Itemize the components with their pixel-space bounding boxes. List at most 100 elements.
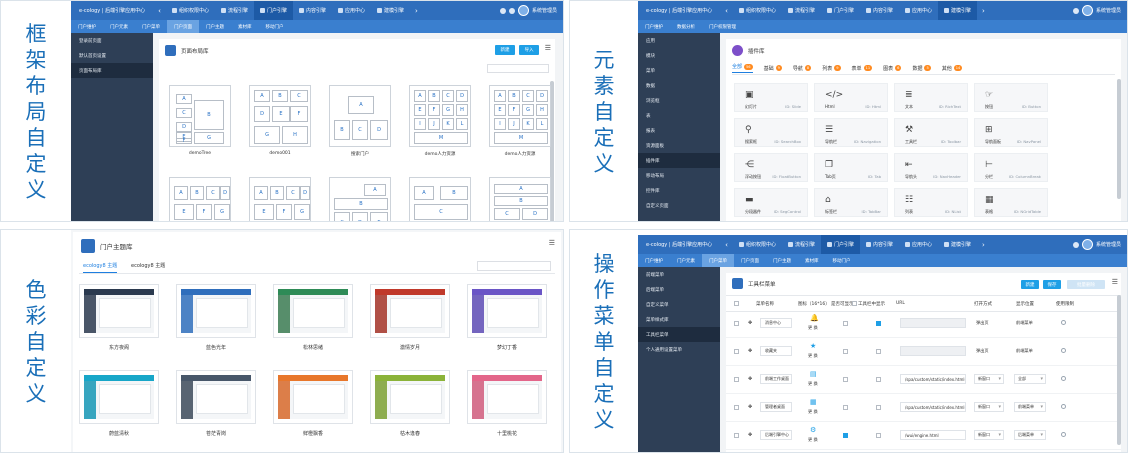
nav-next-icon[interactable]: › — [410, 7, 423, 15]
layout-template[interactable]: A C B D E F G demoTree — [169, 85, 231, 156]
avatar[interactable] — [517, 5, 529, 16]
bell-icon[interactable] — [508, 7, 515, 14]
layout-template[interactable]: A B C D E F G H I J K L Mdemo人力资源 — [409, 85, 471, 157]
search-input[interactable] — [487, 64, 549, 73]
sub-tab[interactable]: 移动门户 — [826, 254, 858, 267]
visible-checkbox[interactable] — [843, 349, 848, 354]
theme-card[interactable]: 苍茫青岗 — [176, 370, 256, 437]
layout-template[interactable]: A B C D 搜索门户 — [329, 85, 391, 157]
nav-tab[interactable]: 建模引擎 — [938, 235, 977, 254]
nav-tab[interactable]: 组织权限中心 — [166, 1, 215, 20]
sidebar-item[interactable]: 个人通用设置菜单 — [638, 342, 720, 357]
sidebar-item[interactable]: 报表 — [638, 123, 720, 138]
restriction-icon[interactable] — [1061, 376, 1066, 381]
layout-template[interactable]: A B C D E F G Hdemo001 — [249, 85, 311, 156]
restriction-icon[interactable] — [1061, 404, 1066, 409]
sidebar-item[interactable]: 菜单样式库 — [638, 312, 720, 327]
position-select[interactable]: 全部 — [1014, 374, 1046, 384]
url-input[interactable]: /spa/custom/static/index.html#/... — [900, 402, 966, 412]
layout-template[interactable]: ABCDEFG — [249, 177, 311, 221]
sidebar-item[interactable]: 页面布局库 — [71, 63, 153, 78]
sub-tab[interactable]: 移动门户 — [259, 20, 291, 33]
url-input[interactable] — [900, 318, 966, 328]
row-checkbox[interactable] — [734, 321, 739, 326]
menu-icon[interactable]: ☰ — [545, 44, 551, 52]
layout-template[interactable]: ABCDEFG — [169, 177, 231, 221]
plugin-card[interactable]: ⚒ 工具栏 ID: Toolbar — [894, 118, 968, 147]
sub-tab[interactable]: 门户权限管理 — [702, 20, 743, 33]
sub-tab[interactable]: 门户维护 — [71, 20, 103, 33]
change-icon-link[interactable]: 更 换 — [808, 437, 818, 443]
plugin-card[interactable]: ⇤ 导航头 ID: NavHeader — [894, 153, 968, 182]
select-all-checkbox[interactable] — [734, 301, 739, 306]
layout-template[interactable]: ABCDE — [489, 177, 551, 221]
nav-tab[interactable]: 流程引擎 — [782, 235, 821, 254]
nav-tab[interactable]: 内容引擎 — [860, 1, 899, 20]
plugin-card[interactable]: ▣ 幻灯片 ID: Slide — [734, 83, 808, 112]
toolbar-checkbox[interactable] — [876, 377, 881, 382]
nav-tab[interactable]: 内容引擎 — [293, 1, 332, 20]
open-mode-select[interactable]: 新窗口 — [974, 430, 1004, 440]
visible-checkbox[interactable] — [843, 321, 848, 326]
plugin-tab[interactable]: 其他 14 — [942, 63, 963, 73]
theme-card[interactable]: 十里桃花 — [467, 370, 547, 437]
sub-tab[interactable]: 门户菜单 — [135, 20, 167, 33]
menu-name-input[interactable]: 收藏夹 — [760, 346, 792, 356]
theme-card[interactable]: 梦幻丁香 — [467, 284, 547, 351]
plugin-card[interactable]: ⚲ 搜索框 ID: SearchBox — [734, 118, 808, 147]
change-icon-link[interactable]: 更 换 — [808, 409, 818, 415]
menu-name-input[interactable]: 后端引擎中心 — [760, 430, 792, 440]
sub-tab[interactable]: 门户菜单 — [702, 254, 734, 267]
sidebar-item[interactable]: 移动布局 — [638, 168, 720, 183]
sidebar-item[interactable]: 工具栏菜单 — [638, 327, 720, 342]
help-icon[interactable] — [1072, 241, 1079, 248]
plugin-tab[interactable]: 基础 9 — [764, 63, 782, 73]
user-menu[interactable]: 系统管理员 — [1072, 239, 1127, 250]
sidebar-item[interactable]: 控件库 — [638, 183, 720, 198]
theme-card[interactable]: 蓝色光年 — [176, 284, 256, 351]
plugin-tab[interactable]: 全部 56 — [732, 63, 753, 73]
layout-template[interactable]: ABCDEFG — [329, 177, 391, 221]
menu-name-input[interactable]: 管理者桌面 — [760, 402, 792, 412]
new-button[interactable]: 新建 — [495, 45, 515, 55]
sidebar-item[interactable]: 默认首页设置 — [71, 48, 153, 63]
plugin-tab[interactable]: 表单 11 — [852, 63, 873, 73]
nav-prev-icon[interactable]: ‹ — [720, 241, 733, 249]
nav-prev-icon[interactable]: ‹ — [720, 7, 733, 15]
sub-tab[interactable]: 门户主题 — [199, 20, 231, 33]
nav-tab[interactable]: 流程引擎 — [782, 1, 821, 20]
nav-next-icon[interactable]: › — [977, 7, 990, 15]
scrollbar[interactable] — [1117, 295, 1121, 445]
sub-tab[interactable]: 门户元素 — [103, 20, 135, 33]
toolbar-checkbox[interactable] — [876, 433, 881, 438]
nav-tab[interactable]: 建模引擎 — [371, 1, 410, 20]
nav-tab[interactable]: 流程引擎 — [215, 1, 254, 20]
user-menu[interactable]: 系统管理员 — [499, 5, 563, 16]
menu-icon[interactable]: ☰ — [1112, 278, 1118, 286]
nav-tab[interactable]: 应用中心 — [899, 235, 938, 254]
avatar[interactable] — [1081, 239, 1093, 250]
plugin-card[interactable]: ☷ 列表 ID: NList — [894, 188, 968, 217]
plugin-card[interactable]: ≣ 文本 ID: RichText — [894, 83, 968, 112]
import-button[interactable]: 导入 — [519, 45, 539, 55]
toolbar-checkbox[interactable] — [876, 405, 881, 410]
nav-tab[interactable]: 门户引擎 — [821, 1, 860, 20]
plugin-card[interactable]: ▦ 表格 ID: NGridTable — [974, 188, 1048, 217]
nav-tab[interactable]: 应用中心 — [332, 1, 371, 20]
toolbar-checkbox[interactable] — [876, 321, 881, 326]
sidebar-item[interactable]: 后端菜单 — [638, 282, 720, 297]
plugin-card[interactable]: ▬ 分段器件 ID: SegControl — [734, 188, 808, 217]
plugin-card[interactable]: </> Html ID: Html — [814, 83, 888, 112]
sidebar-item[interactable]: 自定义页面 — [638, 198, 720, 213]
tab-ecology8-a[interactable]: ecology8 主题 — [83, 262, 118, 273]
drag-handle-icon[interactable]: ✥ — [748, 348, 752, 354]
search-input[interactable] — [477, 261, 551, 271]
layout-template[interactable]: A B C D E F G H I J K L Mdemo人力资源 — [489, 85, 551, 157]
open-mode-select[interactable]: 新窗口 — [974, 402, 1004, 412]
change-icon-link[interactable]: 更 换 — [808, 325, 818, 331]
plugin-card[interactable]: ⊢ 分栏 ID: ColumnBreak — [974, 153, 1048, 182]
save-button[interactable]: 保存 — [1043, 280, 1061, 289]
position-select[interactable]: 后端菜单 — [1014, 430, 1046, 440]
layout-template[interactable]: ABCD — [409, 177, 471, 221]
change-icon-link[interactable]: 更 换 — [808, 381, 818, 387]
